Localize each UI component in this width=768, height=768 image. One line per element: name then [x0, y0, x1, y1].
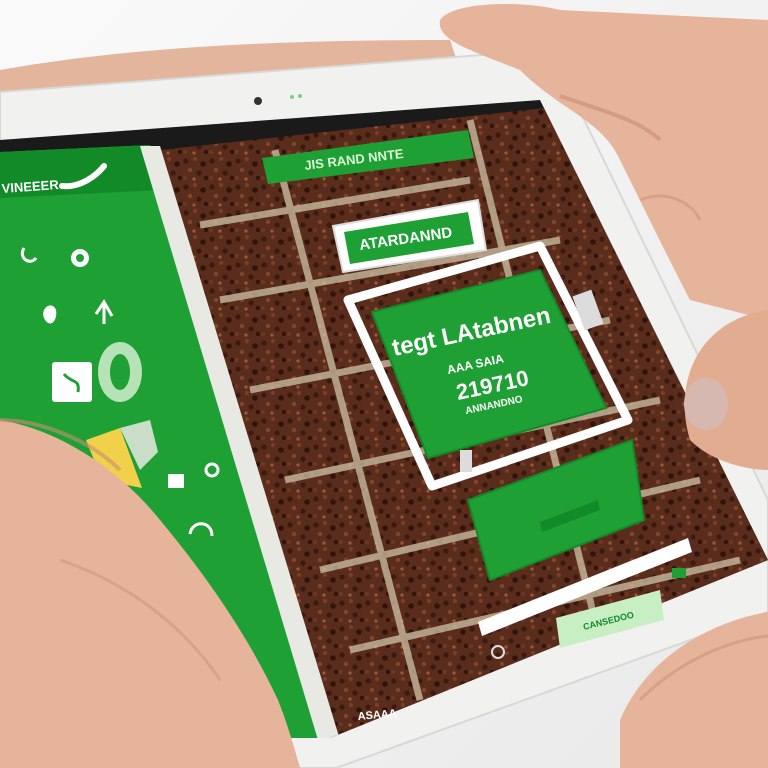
card-icon[interactable] — [52, 362, 92, 402]
camera-icon — [254, 97, 262, 105]
indicator-light-icon — [298, 94, 302, 98]
photo-scene: VINEEER ASAAA JIS RAND NNTE ATARDANND te… — [0, 0, 768, 768]
thumbnail — [684, 378, 728, 430]
indicator-light-icon — [290, 95, 294, 99]
frame-connector — [460, 450, 472, 472]
small-square-icon[interactable] — [168, 474, 184, 488]
small-square-icon — [672, 568, 686, 578]
